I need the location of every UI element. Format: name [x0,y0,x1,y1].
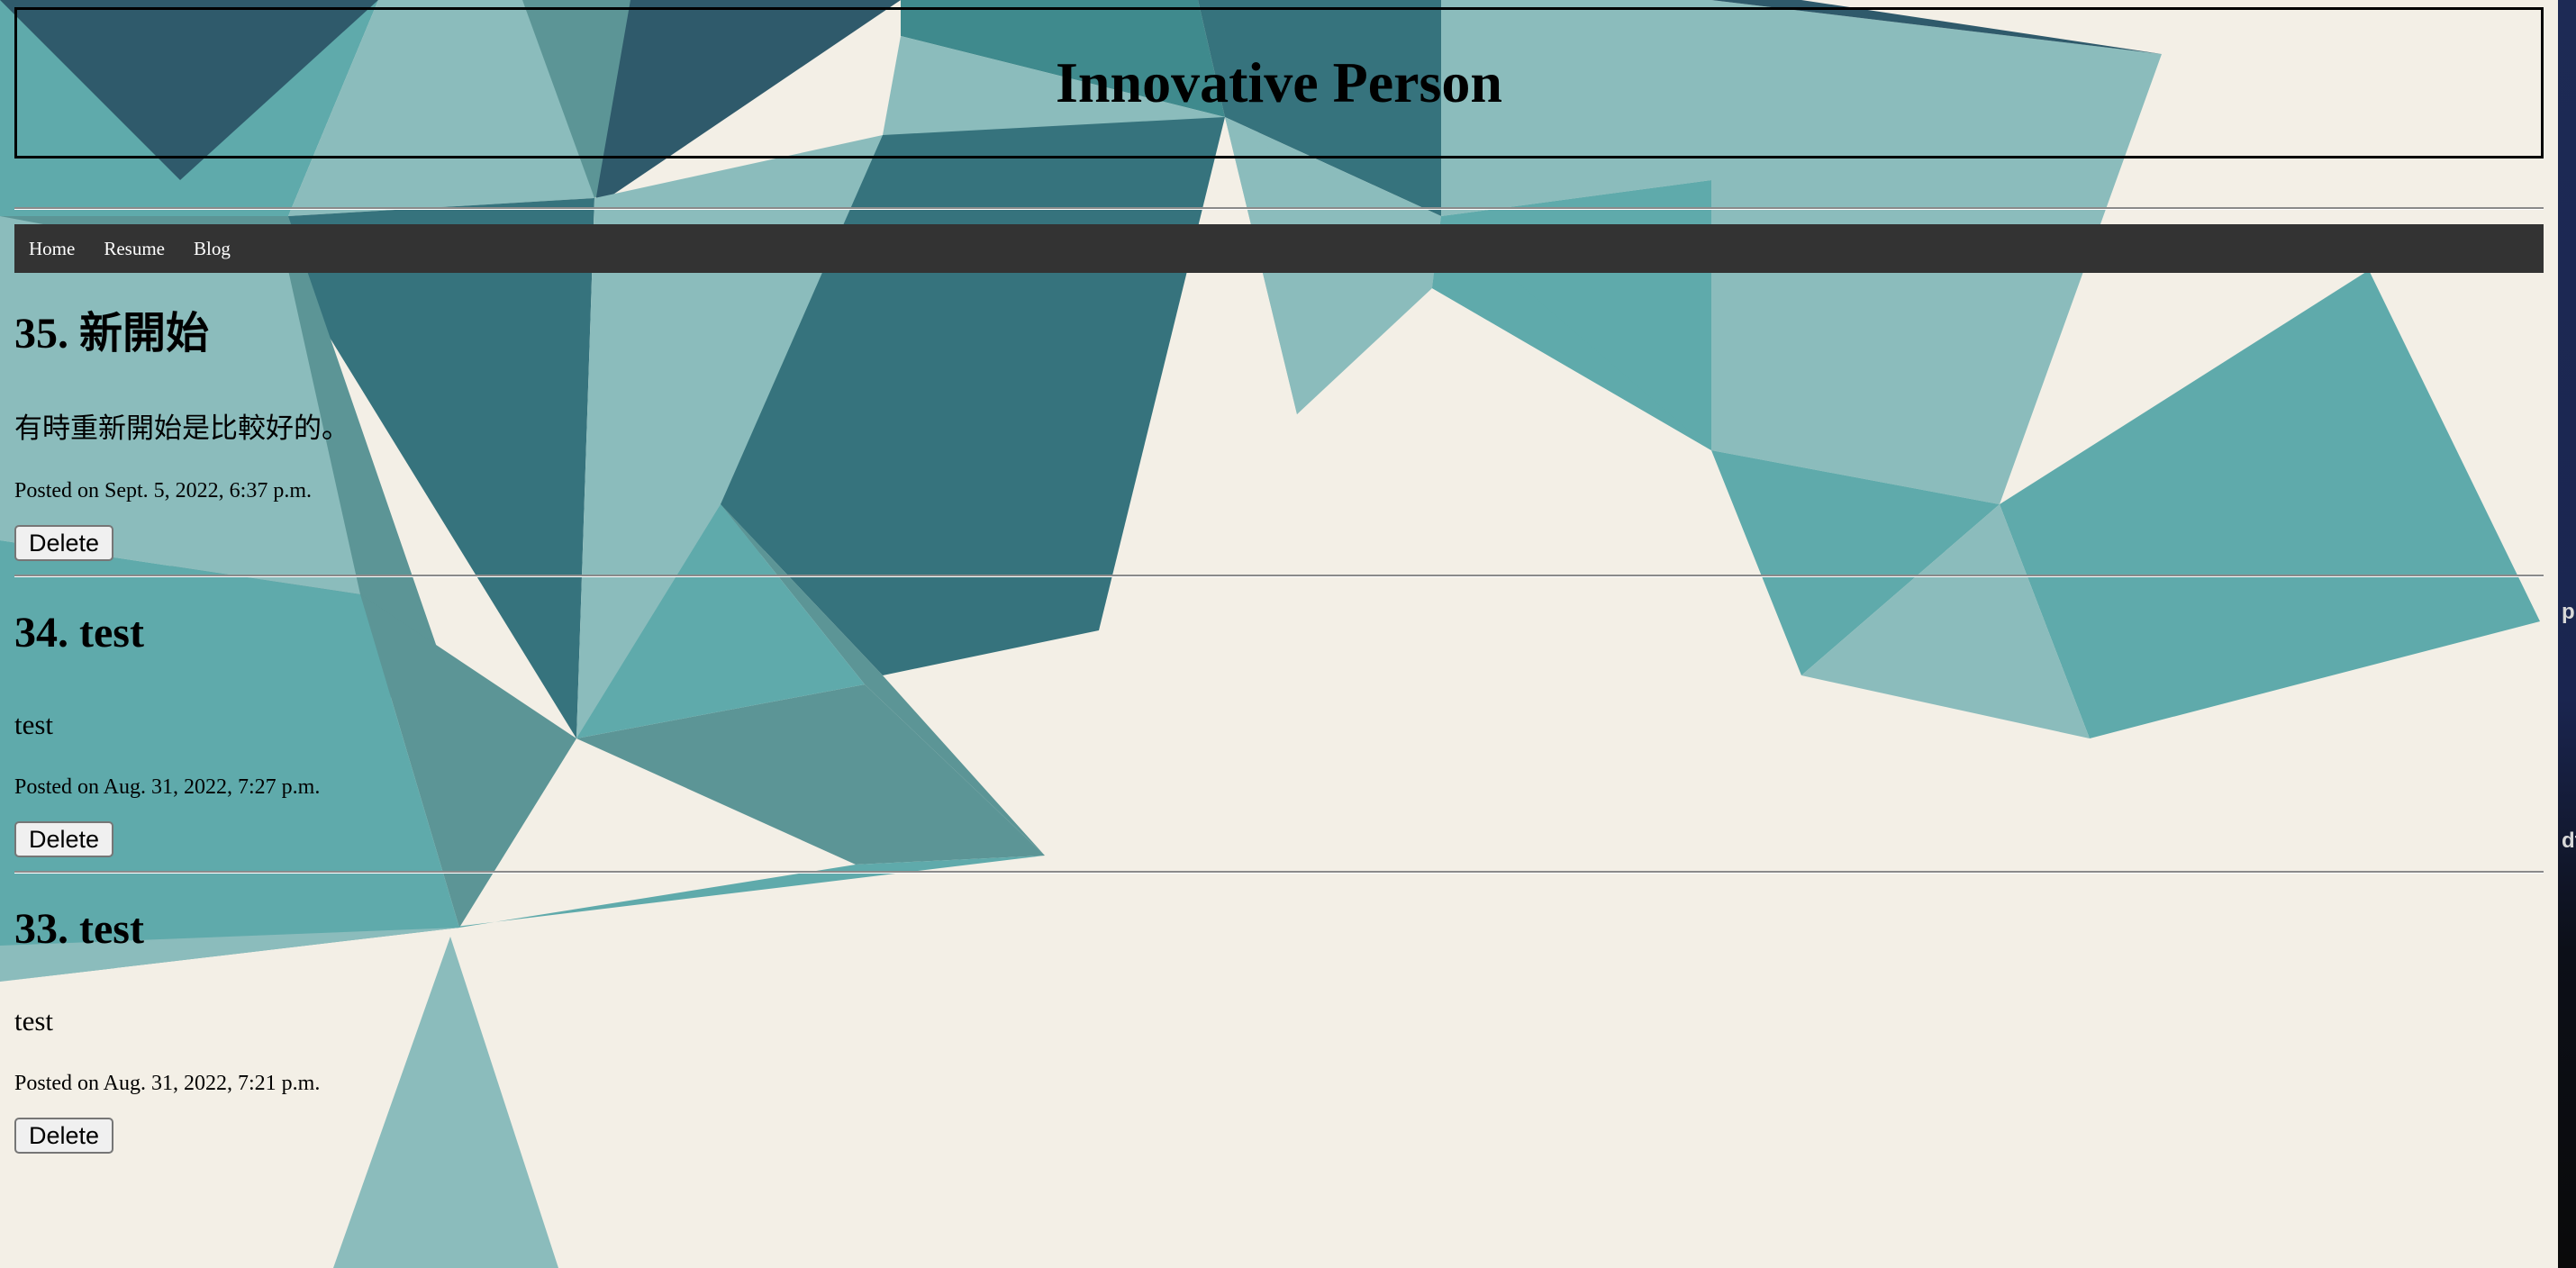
post-body: test [14,709,54,740]
edge-fragment-lower: df [2562,829,2576,853]
header-divider [14,207,2544,210]
nav-link-blog[interactable]: Blog [194,238,231,260]
edge-fragment-upper: p [2562,600,2575,624]
delete-button[interactable]: Delete [14,821,114,857]
page-content: Innovative Person Home Resume Blog 35. 新… [14,7,2544,1154]
post-title: 34. test [14,609,144,657]
site-header: Innovative Person [14,7,2544,158]
post-body: 有時重新開始是比較好的。 [14,412,349,444]
post-divider [14,575,2544,577]
nav-bar: Home Resume Blog [14,224,2544,273]
post-title: 33. test [14,905,144,953]
blog-post: 34. test test Posted on Aug. 31, 2022, 7… [14,611,2544,857]
post-timestamp: Posted on Sept. 5, 2022, 6:37 p.m. [14,479,313,503]
post-divider [14,871,2544,874]
nav-link-home[interactable]: Home [29,238,75,260]
post-timestamp: Posted on Aug. 31, 2022, 7:21 p.m. [14,1072,321,1095]
delete-button[interactable]: Delete [14,525,114,561]
desktop-edge-strip: p df [2558,0,2576,1268]
site-title: Innovative Person [1056,50,1502,114]
blog-post: 35. 新開始 有時重新開始是比較好的。 Posted on Sept. 5, … [14,312,2544,561]
post-body: test [14,1005,54,1037]
nav-link-resume[interactable]: Resume [104,238,165,260]
post-title: 35. 新開始 [14,310,210,358]
blog-post: 33. test test Posted on Aug. 31, 2022, 7… [14,908,2544,1154]
post-timestamp: Posted on Aug. 31, 2022, 7:27 p.m. [14,775,321,799]
delete-button[interactable]: Delete [14,1118,114,1154]
